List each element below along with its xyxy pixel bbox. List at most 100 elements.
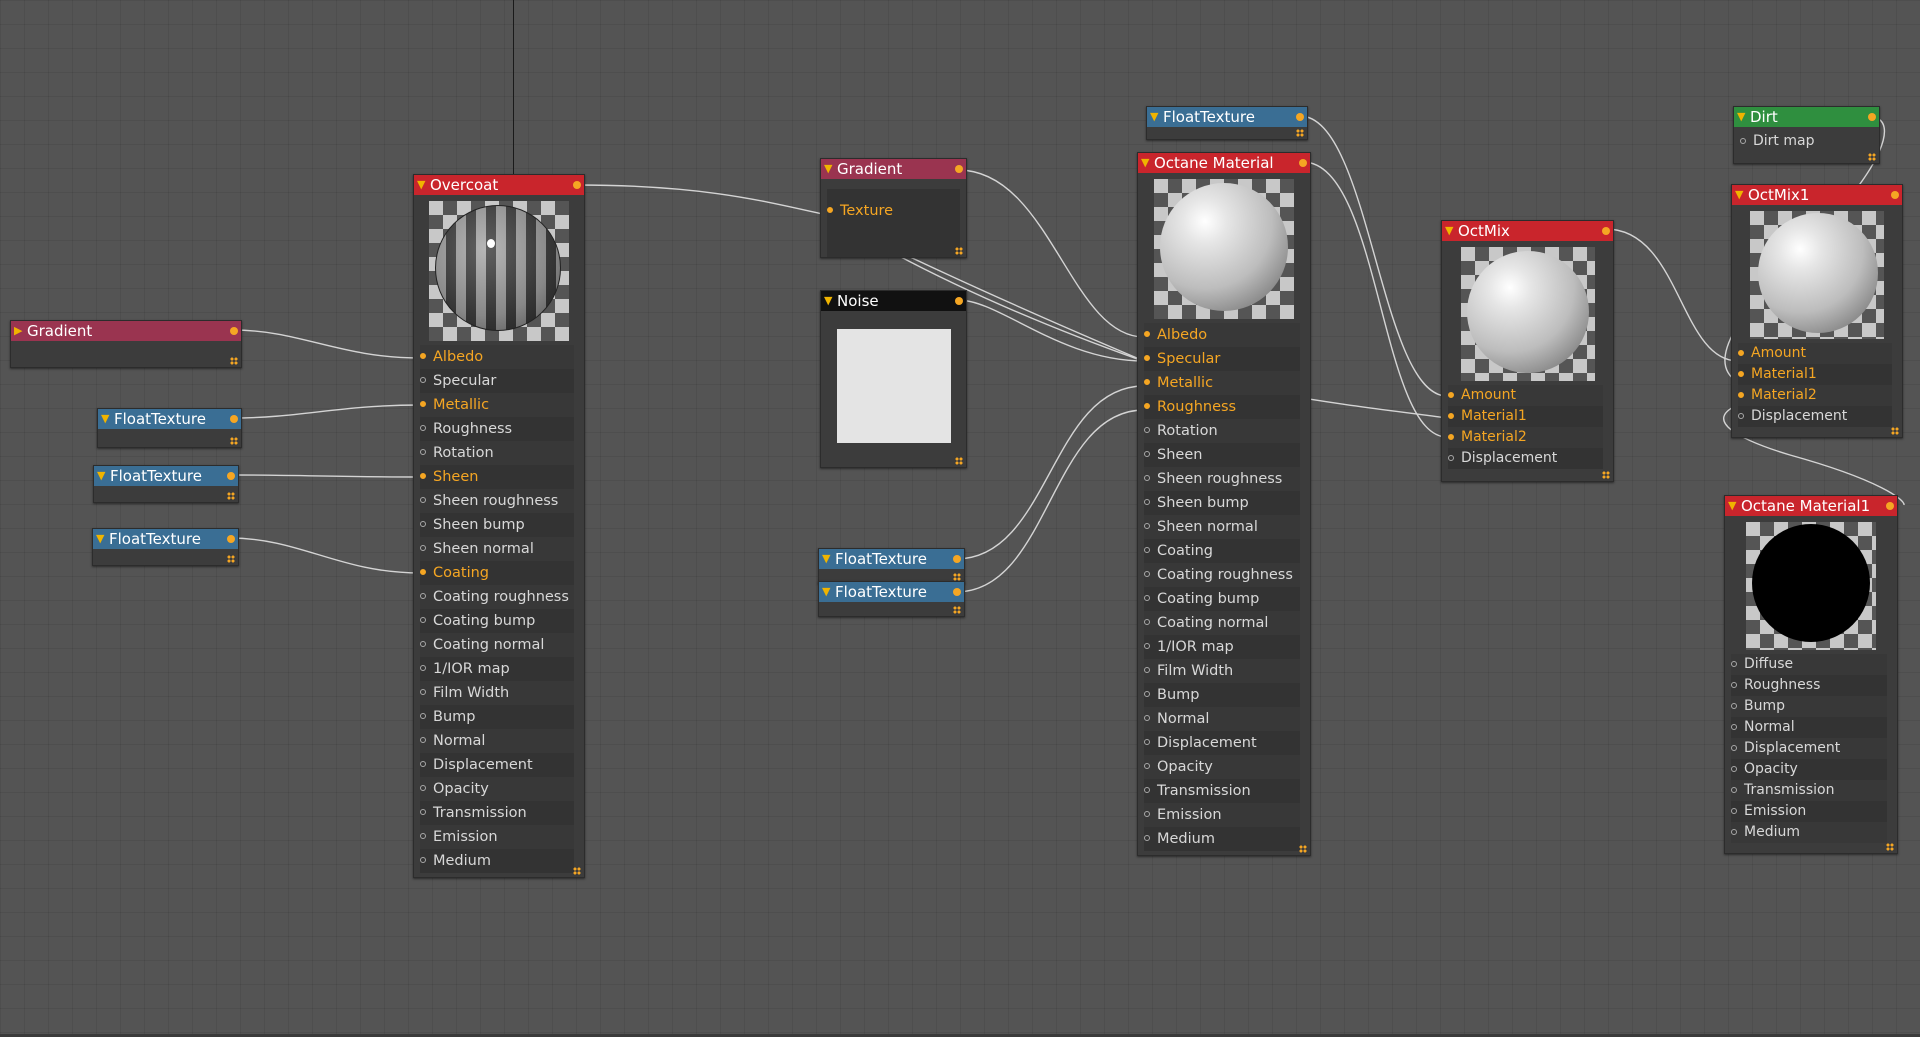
output-pin-icon[interactable]: [1868, 113, 1876, 121]
pin-bump[interactable]: Bump: [1144, 683, 1300, 707]
output-pin-icon[interactable]: [227, 535, 235, 543]
pin-dot-icon[interactable]: [1144, 763, 1150, 769]
collapse-triangle-icon[interactable]: ▼: [1735, 185, 1743, 205]
resize-handle-icon[interactable]: [1299, 845, 1307, 853]
pin-dot-icon[interactable]: [420, 641, 426, 647]
pin-coating-bump[interactable]: Coating bump: [1144, 587, 1300, 611]
pin-film-width[interactable]: Film Width: [420, 681, 574, 705]
pin-metallic[interactable]: Metallic: [420, 393, 574, 417]
pin-emission[interactable]: Emission: [420, 825, 574, 849]
collapse-triangle-icon[interactable]: ▼: [1445, 221, 1453, 241]
overcoat-node-header[interactable]: ▼ Overcoat: [414, 175, 584, 195]
pin-dot-icon[interactable]: [420, 785, 426, 791]
floattexture-node-2[interactable]: ▼ FloatTexture: [93, 465, 239, 503]
output-pin-icon[interactable]: [1299, 159, 1307, 167]
pin-medium[interactable]: Medium: [1144, 827, 1300, 851]
pin-opacity[interactable]: Opacity: [1731, 759, 1887, 780]
pin-bump[interactable]: Bump: [1731, 696, 1887, 717]
floattexture-node-header[interactable]: ▼ FloatTexture: [93, 529, 238, 549]
gradient-node-left[interactable]: ▶ Gradient: [10, 320, 242, 368]
pin-dot-icon[interactable]: [420, 737, 426, 743]
pin-film-width[interactable]: Film Width: [1144, 659, 1300, 683]
pin-dot-icon[interactable]: [420, 545, 426, 551]
pin-diffuse[interactable]: Diffuse: [1731, 654, 1887, 675]
pin-dot-icon[interactable]: [1144, 571, 1150, 577]
output-pin-icon[interactable]: [953, 555, 961, 563]
pin-dot-icon[interactable]: [1448, 455, 1454, 461]
pin-displacement[interactable]: Displacement: [420, 753, 574, 777]
pin-rotation[interactable]: Rotation: [420, 441, 574, 465]
output-pin-icon[interactable]: [955, 297, 963, 305]
pin-coating[interactable]: Coating: [1144, 539, 1300, 563]
pin-emission[interactable]: Emission: [1731, 801, 1887, 822]
resize-handle-icon[interactable]: [227, 492, 235, 500]
pin-dot-icon[interactable]: [1448, 434, 1454, 440]
collapse-triangle-icon[interactable]: ▼: [824, 291, 832, 311]
resize-handle-icon[interactable]: [953, 606, 961, 614]
octane-material-node[interactable]: ▼ Octane Material Albedo Specular Metallic R…: [1137, 152, 1311, 856]
resize-handle-icon[interactable]: [955, 457, 963, 465]
pin-dot-icon[interactable]: [420, 857, 426, 863]
floattexture-node-4[interactable]: ▼ FloatTexture: [818, 548, 965, 584]
pin-dot-icon[interactable]: [1144, 451, 1150, 457]
octmix-node[interactable]: ▼ OctMix Amount Material1 Material2 Displace…: [1441, 220, 1614, 482]
texture-pin[interactable]: Texture: [827, 199, 960, 223]
pin-dot-icon[interactable]: [1731, 724, 1737, 730]
pin-roughness[interactable]: Roughness: [1144, 395, 1300, 419]
octane-material1-node-header[interactable]: ▼ Octane Material1: [1725, 496, 1897, 516]
output-pin-icon[interactable]: [573, 181, 581, 189]
pin-dot-icon[interactable]: [420, 401, 426, 407]
pin-dot-icon[interactable]: [1731, 787, 1737, 793]
floattexture-node-header[interactable]: ▼ FloatTexture: [819, 549, 964, 569]
pin-normal[interactable]: Normal: [420, 729, 574, 753]
pin-dot-icon[interactable]: [1448, 413, 1454, 419]
pin-dot-icon[interactable]: [1144, 643, 1150, 649]
collapse-triangle-icon[interactable]: ▼: [96, 529, 104, 549]
pin-dot-icon[interactable]: [1144, 595, 1150, 601]
pin-sheen-roughness[interactable]: Sheen roughness: [420, 489, 574, 513]
output-pin-icon[interactable]: [1296, 113, 1304, 121]
pin-dot-icon[interactable]: [1731, 808, 1737, 814]
pin-dot-icon[interactable]: [420, 833, 426, 839]
collapse-triangle-icon[interactable]: ▼: [1728, 496, 1736, 516]
pin-sheen-bump[interactable]: Sheen bump: [420, 513, 574, 537]
pin-transmission[interactable]: Transmission: [1144, 779, 1300, 803]
octane-material-node-header[interactable]: ▼ Octane Material: [1138, 153, 1310, 173]
pin-dot-icon[interactable]: [1144, 667, 1150, 673]
pin-dot-icon[interactable]: [420, 473, 426, 479]
resize-handle-icon[interactable]: [573, 867, 581, 875]
pin-displacement[interactable]: Displacement: [1448, 448, 1603, 469]
pin-opacity[interactable]: Opacity: [420, 777, 574, 801]
resize-handle-icon[interactable]: [230, 357, 238, 365]
pin-dot-icon[interactable]: [1144, 787, 1150, 793]
pin-dot-icon[interactable]: [420, 497, 426, 503]
pin-dot-icon[interactable]: [1144, 739, 1150, 745]
output-pin-icon[interactable]: [1602, 227, 1610, 235]
collapse-triangle-icon[interactable]: ▼: [101, 409, 109, 429]
collapse-triangle-icon[interactable]: ▼: [417, 175, 425, 195]
pin-dot-icon[interactable]: [1731, 682, 1737, 688]
pin-dot-icon[interactable]: [1144, 355, 1150, 361]
pin-specular[interactable]: Specular: [1144, 347, 1300, 371]
pin-normal[interactable]: Normal: [1731, 717, 1887, 738]
pin-displacement[interactable]: Displacement: [1731, 738, 1887, 759]
resize-handle-icon[interactable]: [955, 247, 963, 255]
collapse-triangle-icon[interactable]: ▼: [1141, 153, 1149, 173]
pin-material2[interactable]: Material2: [1448, 427, 1603, 448]
pin-dot-icon[interactable]: [1731, 766, 1737, 772]
pin-bump[interactable]: Bump: [420, 705, 574, 729]
expand-triangle-icon[interactable]: ▶: [14, 321, 22, 341]
pin-dot-icon[interactable]: [1144, 403, 1150, 409]
floattexture-node-3[interactable]: ▼ FloatTexture: [92, 528, 239, 566]
pin-dot-icon[interactable]: [1144, 427, 1150, 433]
pin-sheen-normal[interactable]: Sheen normal: [420, 537, 574, 561]
floattexture-node-header[interactable]: ▼ FloatTexture: [1147, 107, 1307, 127]
pin-normal[interactable]: Normal: [1144, 707, 1300, 731]
pin-dot-icon[interactable]: [827, 207, 833, 213]
pin-dot-icon[interactable]: [1144, 619, 1150, 625]
pin-albedo[interactable]: Albedo: [1144, 323, 1300, 347]
resize-handle-icon[interactable]: [1868, 153, 1876, 161]
pin-dot-icon[interactable]: [420, 425, 426, 431]
collapse-triangle-icon[interactable]: ▼: [97, 466, 105, 486]
dirt-map-pin[interactable]: Dirt map: [1740, 131, 1869, 152]
